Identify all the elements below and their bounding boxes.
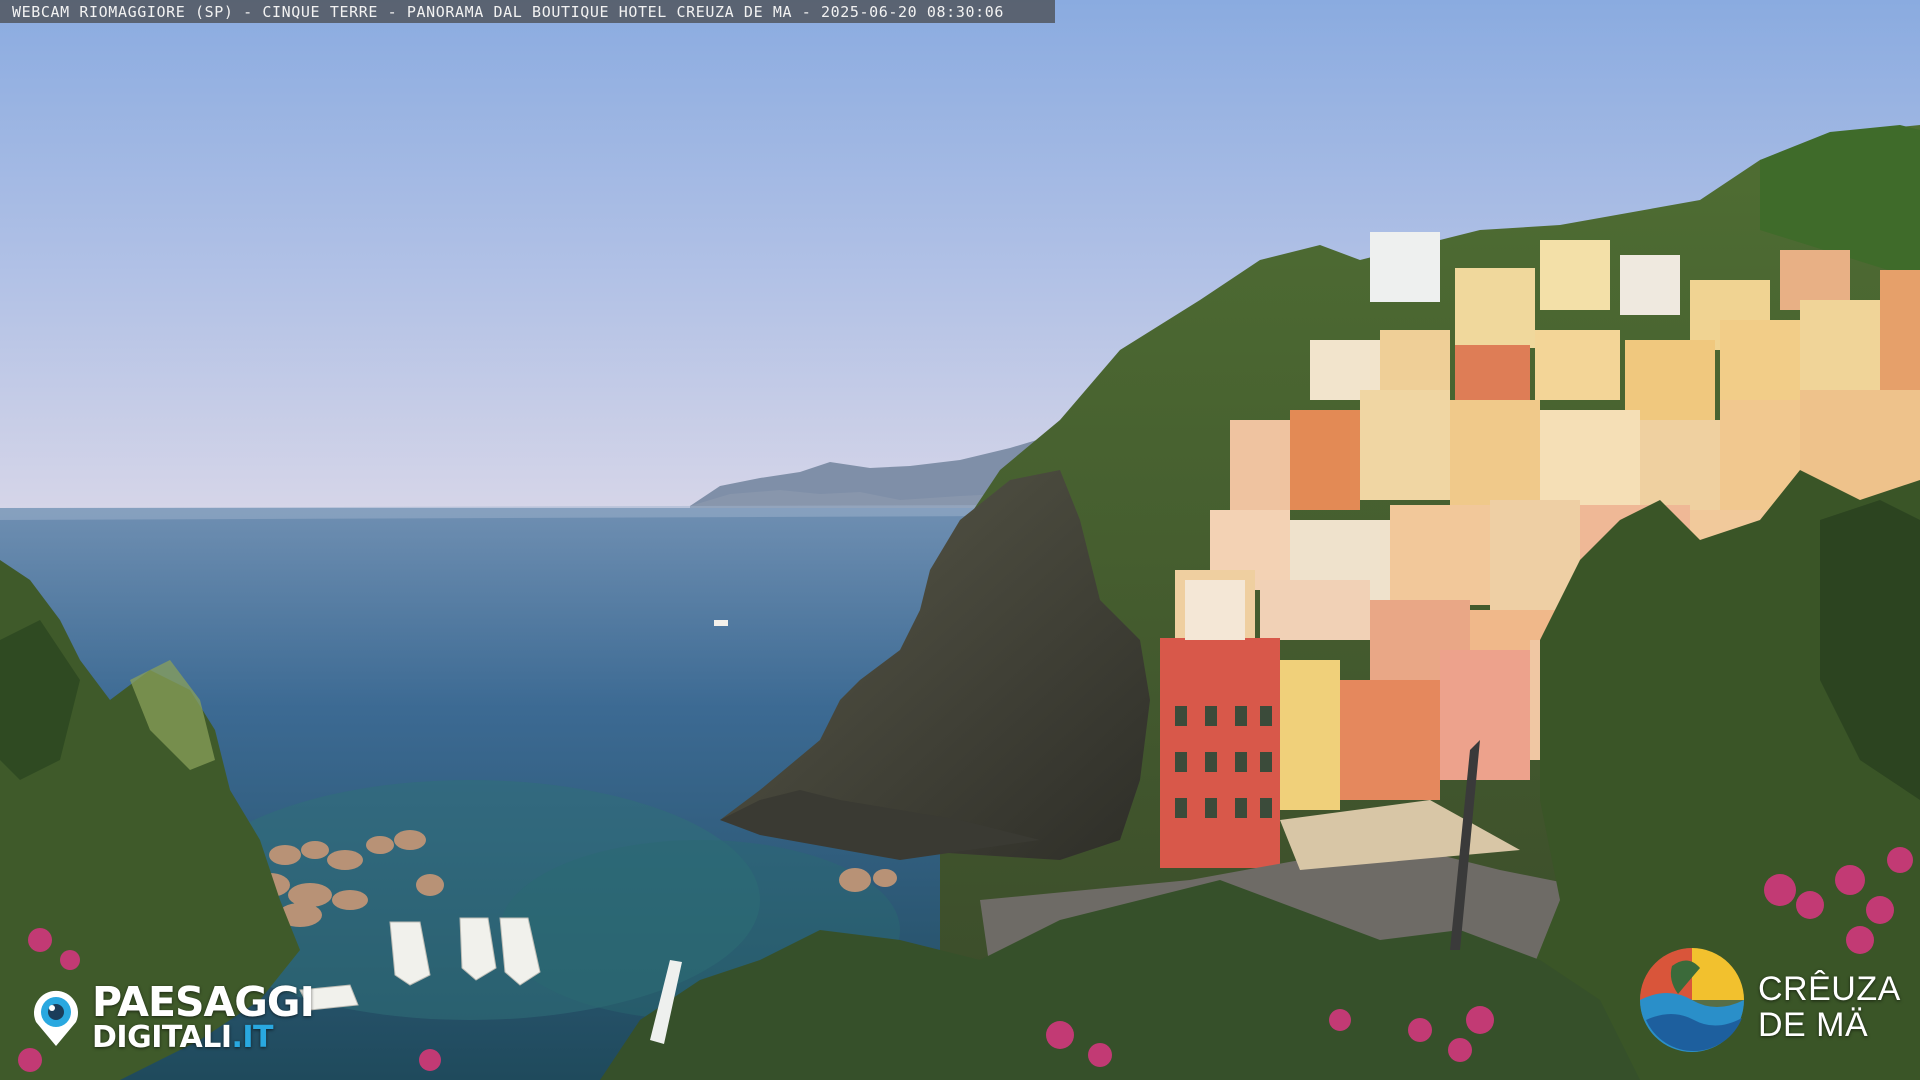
logo-line-2-suffix: .IT — [231, 1020, 274, 1055]
webcam-scene: WEBCAM RIOMAGGIORE (SP) - CINQUE TERRE -… — [0, 0, 1920, 1080]
logo-line-2-main: DIGITALI — [92, 1020, 232, 1055]
creuza-emblem-icon — [1640, 948, 1744, 1052]
logo-line-2: DIGITALI.IT — [92, 1020, 274, 1055]
eye-pin-icon — [34, 990, 78, 1046]
logo-line-1: PAESAGGI — [92, 978, 315, 1026]
creuza-de-ma-logo: CRÊUZA DE MÄ — [1638, 946, 1900, 1060]
caption-bar: WEBCAM RIOMAGGIORE (SP) - CINQUE TERRE -… — [0, 0, 1055, 23]
small-boat — [714, 620, 728, 626]
logo-name-line-1: CRÊUZA — [1758, 970, 1901, 1008]
logo-name-line-2: DE MÄ — [1758, 1006, 1869, 1044]
paesaggi-digitali-logo: PAESAGGI DIGITALI.IT — [26, 978, 336, 1058]
landscape-photo — [0, 0, 1920, 1080]
caption-text: WEBCAM RIOMAGGIORE (SP) - CINQUE TERRE -… — [12, 3, 1004, 21]
